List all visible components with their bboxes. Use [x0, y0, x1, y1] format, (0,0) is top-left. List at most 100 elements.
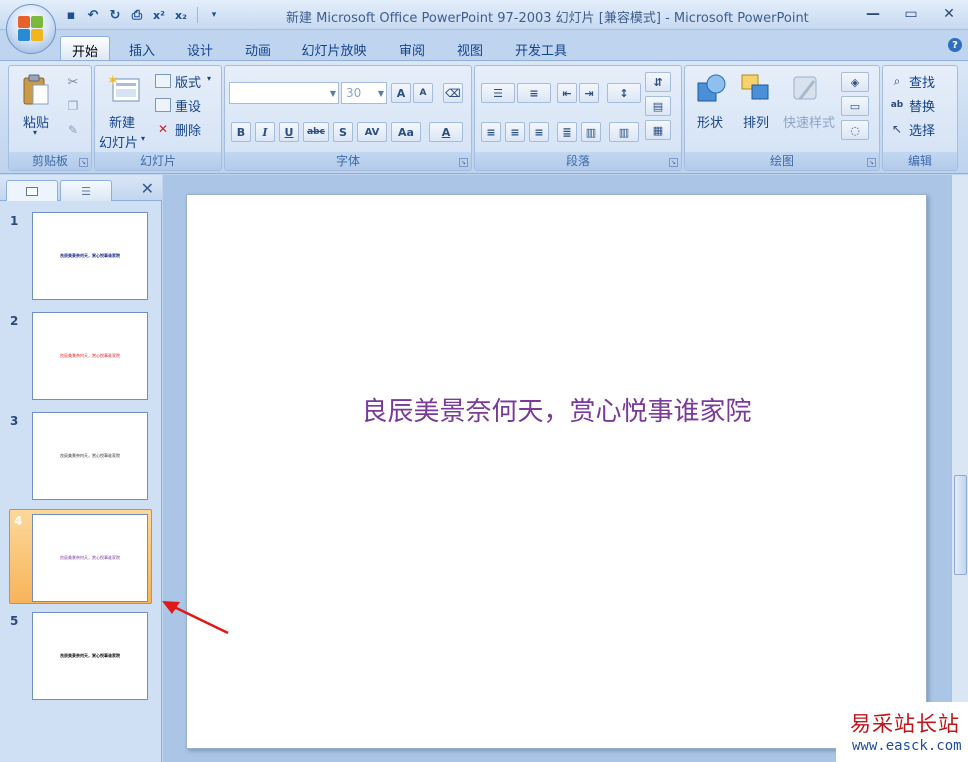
columns-icon[interactable]: ▥: [609, 122, 639, 142]
help-icon[interactable]: ?: [948, 38, 962, 52]
main-slide[interactable]: 良辰美景奈何天，赏心悦事谁家院: [186, 194, 927, 749]
distributed-icon[interactable]: ▥: [581, 122, 601, 142]
slide-thumb-text: 良辰美景奈何天，赏心悦事谁家院: [60, 653, 120, 658]
grow-font-button[interactable]: A: [391, 83, 411, 103]
layout-dropdown-icon[interactable]: ▾: [207, 74, 211, 83]
delete-slide-icon[interactable]: ✕: [155, 122, 171, 136]
customize-qat-icon[interactable]: ▾: [205, 6, 223, 24]
subscript-icon[interactable]: x₂: [172, 6, 190, 24]
italic-button[interactable]: I: [255, 122, 275, 142]
align-left-icon[interactable]: ≡: [481, 122, 501, 142]
paragraph-launcher-icon[interactable]: ↘: [669, 158, 678, 167]
reset-button[interactable]: 重设: [175, 96, 201, 115]
layout-icon[interactable]: [155, 74, 171, 88]
delete-button[interactable]: 删除: [175, 120, 201, 139]
slide-thumbnail-2[interactable]: 2 良辰美景奈何天，赏心悦事谁家院: [0, 312, 156, 408]
redo-icon[interactable]: ↻: [106, 6, 124, 24]
new-slide-icon[interactable]: ✶: [105, 72, 141, 106]
shrink-font-button[interactable]: A: [413, 83, 433, 103]
tab-slides[interactable]: [6, 180, 58, 201]
tab-slideshow[interactable]: 幻灯片放映: [292, 36, 376, 60]
underline-button[interactable]: U: [279, 122, 299, 142]
shape-outline-icon[interactable]: ▭: [841, 96, 869, 116]
paste-icon[interactable]: [19, 72, 53, 108]
font-color-button[interactable]: A: [429, 122, 463, 142]
shadow-button[interactable]: S: [333, 122, 353, 142]
slide-text-box[interactable]: 良辰美景奈何天，赏心悦事谁家院: [187, 391, 926, 428]
char-spacing-button[interactable]: AV: [357, 122, 387, 142]
maximize-button[interactable]: ▭: [892, 2, 930, 26]
tab-developer[interactable]: 开发工具: [504, 36, 578, 60]
tab-outline[interactable]: ☰: [60, 180, 112, 201]
shapes-button[interactable]: 形状: [697, 112, 723, 131]
tab-insert[interactable]: 插入: [118, 36, 166, 60]
save-icon[interactable]: ▪: [62, 6, 80, 24]
align-text-icon[interactable]: ▤: [645, 96, 671, 116]
reset-icon[interactable]: [155, 98, 171, 112]
bullets-icon[interactable]: ☰: [481, 83, 515, 103]
clear-formatting-icon[interactable]: ⌫: [443, 83, 463, 103]
vertical-scrollbar[interactable]: [951, 175, 968, 762]
align-center-icon[interactable]: ≡: [505, 122, 525, 142]
new-slide-dropdown-icon[interactable]: ▾: [141, 134, 145, 143]
shapes-icon[interactable]: [695, 72, 729, 106]
replace-button[interactable]: 替换: [909, 96, 935, 115]
print-preview-icon[interactable]: ⎙: [128, 6, 146, 24]
quick-styles-icon[interactable]: [789, 72, 823, 106]
minimize-button[interactable]: —: [854, 2, 892, 26]
scrollbar-thumb[interactable]: [954, 475, 967, 575]
numbering-icon[interactable]: ≡: [517, 83, 551, 103]
drawing-group-label: 绘图: [685, 152, 879, 170]
tab-home[interactable]: 开始: [60, 36, 110, 60]
slide-thumbnail-3[interactable]: 3 良辰美景奈何天，赏心悦事谁家院: [0, 412, 156, 508]
font-launcher-icon[interactable]: ↘: [459, 158, 468, 167]
undo-icon[interactable]: ↶: [84, 6, 102, 24]
font-name-select[interactable]: ▼: [229, 82, 339, 104]
font-group-label: 字体: [225, 152, 471, 170]
tab-design[interactable]: 设计: [176, 36, 224, 60]
justify-icon[interactable]: ≣: [557, 122, 577, 142]
decrease-indent-icon[interactable]: ⇤: [557, 83, 577, 103]
arrange-icon[interactable]: [739, 72, 773, 106]
select-icon[interactable]: ↖: [889, 122, 905, 136]
cut-icon[interactable]: ✂: [65, 74, 81, 90]
font-size-value: 30: [346, 86, 362, 100]
tab-view[interactable]: 视图: [446, 36, 494, 60]
slide-thumbnail-4[interactable]: 4 良辰美景奈何天，赏心悦事谁家院: [9, 509, 152, 604]
format-painter-icon[interactable]: ✎: [65, 122, 81, 138]
slide-thumbnail-5[interactable]: 5 良辰美景奈何天，赏心悦事谁家院: [0, 612, 156, 708]
close-button[interactable]: ✕: [930, 2, 968, 26]
select-button[interactable]: 选择: [909, 120, 935, 139]
tab-animations[interactable]: 动画: [234, 36, 282, 60]
office-button[interactable]: [6, 4, 56, 54]
new-slide-label-2[interactable]: 幻灯片: [99, 132, 138, 151]
layout-button[interactable]: 版式: [175, 72, 201, 91]
tab-review[interactable]: 审阅: [388, 36, 436, 60]
drawing-launcher-icon[interactable]: ↘: [867, 158, 876, 167]
increase-indent-icon[interactable]: ⇥: [579, 83, 599, 103]
replace-icon[interactable]: ab: [889, 98, 905, 112]
smartart-icon[interactable]: ▦: [645, 120, 671, 140]
find-button[interactable]: 查找: [909, 72, 935, 91]
clipboard-launcher-icon[interactable]: ↘: [79, 158, 88, 167]
copy-icon[interactable]: ❐: [65, 98, 81, 114]
quick-styles-button[interactable]: 快速样式: [783, 112, 835, 131]
shape-effects-icon[interactable]: ◌: [841, 120, 869, 140]
superscript-icon[interactable]: x²: [150, 6, 168, 24]
change-case-button[interactable]: Aa: [391, 122, 421, 142]
arrange-button[interactable]: 排列: [743, 112, 769, 131]
text-direction-icon[interactable]: ⇵: [645, 72, 671, 92]
bold-button[interactable]: B: [231, 122, 251, 142]
strikethrough-button[interactable]: abc: [303, 122, 329, 142]
qat-separator: [197, 7, 198, 23]
paste-dropdown-icon[interactable]: ▾: [33, 128, 37, 137]
slide-thumbnail-1[interactable]: 1 良辰美景奈何天，赏心悦事谁家院: [0, 212, 156, 308]
line-spacing-icon[interactable]: ↕: [607, 83, 641, 103]
annotation-arrow-icon: [162, 601, 229, 635]
font-size-select[interactable]: 30 ▼: [341, 82, 387, 104]
shape-fill-icon[interactable]: ◈: [841, 72, 869, 92]
pane-close-icon[interactable]: ✕: [141, 179, 154, 198]
align-right-icon[interactable]: ≡: [529, 122, 549, 142]
find-icon[interactable]: ⌕: [889, 74, 905, 88]
new-slide-label-1[interactable]: 新建: [109, 112, 135, 131]
